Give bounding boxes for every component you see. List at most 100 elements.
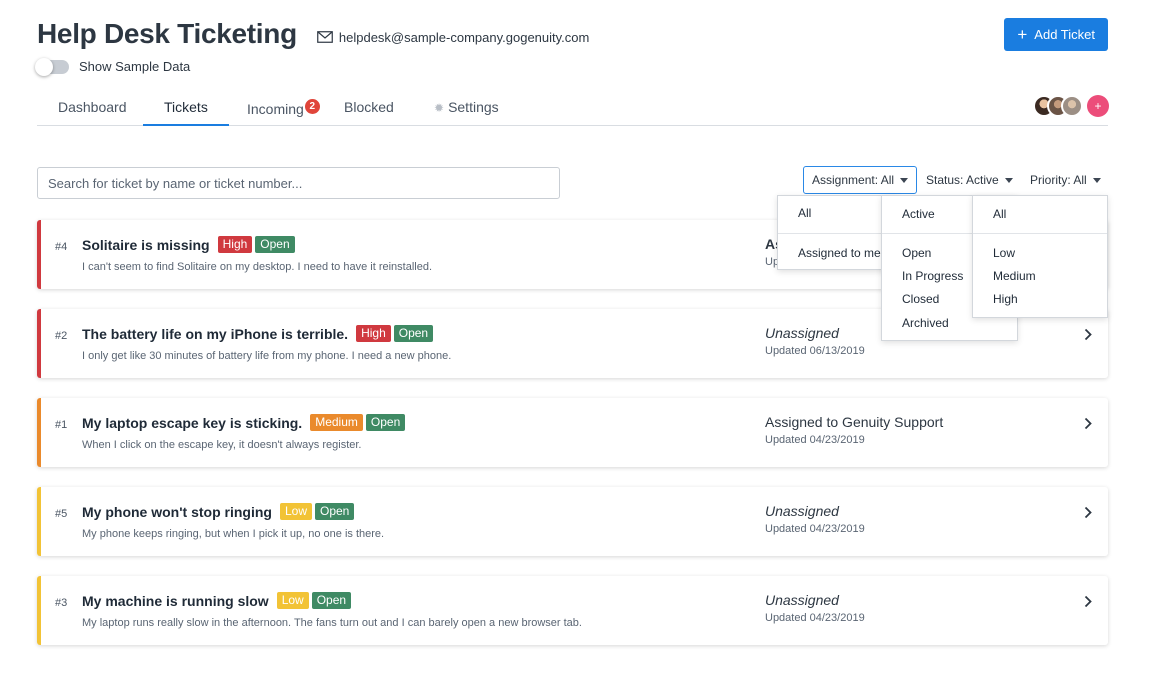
ticket-description: When I click on the escape key, it doesn… [82, 439, 362, 451]
priority-badge: Medium [310, 414, 363, 431]
ticket-assignee: Unassigned [765, 325, 839, 341]
status-option-archived[interactable]: Archived [902, 316, 949, 330]
tab-dashboard-label: Dashboard [58, 99, 127, 115]
chevron-right-icon[interactable] [1084, 595, 1092, 608]
chevron-right-icon[interactable] [1084, 328, 1092, 341]
ticket-updated: Updated 04/23/2019 [765, 523, 865, 535]
priority-option-low[interactable]: Low [993, 246, 1015, 260]
tab-blocked[interactable]: Blocked [344, 99, 394, 126]
status-option-active[interactable]: Active [902, 207, 935, 221]
status-badge: Open [255, 236, 295, 253]
priority-option-medium[interactable]: Medium [993, 269, 1036, 283]
tab-incoming[interactable]: Incoming 2 [247, 99, 320, 126]
helpdesk-email-text: helpdesk@sample-company.gogenuity.com [338, 29, 590, 45]
ticket-description: My laptop runs really slow in the aftern… [82, 617, 582, 629]
ticket-updated: Updated 06/13/2019 [765, 345, 865, 357]
ticket-card[interactable]: #3 My machine is running slow Low Open M… [37, 576, 1108, 645]
assignment-filter[interactable]: Assignment: All [803, 166, 918, 194]
ticket-title-line: My laptop escape key is sticking. Medium… [82, 414, 408, 431]
tab-dashboard[interactable]: Dashboard [58, 99, 127, 126]
status-option-closed[interactable]: Closed [902, 292, 939, 306]
priority-badge: Low [276, 592, 309, 609]
priority-badge: High [217, 236, 253, 253]
status-badge: Open [365, 414, 406, 431]
ticket-assignee: Unassigned [765, 503, 839, 519]
header: Help Desk Ticketing helpdesk@sample-comp… [37, 18, 589, 50]
mail-icon [317, 31, 333, 43]
ticket-updated: Updated 04/23/2019 [765, 434, 865, 446]
sample-data-toggle[interactable] [35, 57, 69, 76]
ticket-updated: Updated 04/23/2019 [765, 612, 865, 624]
priority-stripe [37, 576, 41, 645]
helpdesk-email[interactable]: helpdesk@sample-company.gogenuity.com [317, 30, 589, 45]
chevron-down-icon [1092, 177, 1101, 183]
priority-stripe [37, 220, 41, 289]
ticket-title: The battery life on my iPhone is terribl… [82, 325, 349, 342]
ticket-title: My phone won't stop ringing [82, 503, 272, 520]
search-input[interactable] [37, 167, 560, 199]
tab-settings-label: Settings [448, 99, 499, 115]
status-badge: Open [311, 592, 352, 609]
tab-tickets[interactable]: Tickets [143, 99, 229, 126]
sample-data-toggle-row: Show Sample Data [35, 57, 191, 76]
ticket-assignee: Unassigned [765, 592, 839, 608]
ticket-title-line: My machine is running slow Low Open [82, 592, 354, 609]
priority-option-high[interactable]: High [993, 292, 1018, 306]
priority-badge: High [356, 325, 391, 342]
nav-tabs: Dashboard Tickets Incoming 2 Blocked ✹ Set… [37, 90, 1108, 126]
assignment-filter-label: Assignment: All [812, 173, 895, 187]
chevron-right-icon[interactable] [1084, 417, 1092, 430]
ticket-title-line: Solitaire is missing High Open [82, 236, 298, 253]
ticket-number: #2 [55, 330, 68, 342]
ticket-card[interactable]: #1 My laptop escape key is sticking. Med… [37, 398, 1108, 467]
status-option-in-progress[interactable]: In Progress [902, 269, 963, 283]
add-member-icon[interactable]: + [1087, 95, 1109, 117]
chevron-down-icon [1004, 177, 1013, 183]
add-ticket-button[interactable]: + Add Ticket [1004, 18, 1108, 51]
chevron-right-icon[interactable] [1084, 506, 1092, 519]
dropdown-divider [973, 233, 1107, 234]
ticket-title: My laptop escape key is sticking. [82, 414, 303, 431]
priority-stripe [37, 309, 41, 378]
gear-icon: ✹ [434, 101, 445, 115]
ticket-number: #1 [55, 419, 68, 431]
plus-icon: + [1017, 25, 1028, 44]
ticket-description: My phone keeps ringing, but when I pick … [82, 528, 385, 540]
priority-filter-label: Priority: All [1030, 173, 1087, 187]
status-filter[interactable]: Status: Active [918, 166, 1021, 194]
ticket-title-line: My phone won't stop ringing Low Open [82, 503, 357, 520]
sample-data-label: Show Sample Data [79, 59, 191, 74]
assignment-option-assigned-to-me[interactable]: Assigned to me [798, 246, 881, 260]
add-ticket-label: Add Ticket [1034, 27, 1095, 42]
priority-filter[interactable]: Priority: All [1022, 166, 1109, 194]
page-title: Help Desk Ticketing [37, 18, 297, 49]
chevron-down-icon [900, 177, 909, 183]
tab-settings[interactable]: ✹ Settings [434, 99, 499, 126]
tab-blocked-label: Blocked [344, 99, 394, 115]
priority-stripe [37, 398, 41, 467]
ticket-description: I only get like 30 minutes of battery li… [82, 350, 452, 362]
ticket-title: Solitaire is missing [82, 236, 210, 253]
ticket-description: I can't seem to find Solitaire on my des… [82, 261, 433, 273]
toggle-knob [35, 57, 53, 76]
tab-tickets-label: Tickets [164, 99, 208, 115]
priority-option-all[interactable]: All [993, 207, 1006, 221]
priority-badge: Low [279, 503, 312, 520]
ticket-number: #3 [55, 597, 68, 609]
status-badge: Open [393, 325, 434, 342]
assignment-option-all[interactable]: All [798, 206, 811, 220]
status-filter-label: Status: Active [926, 173, 999, 187]
ticket-card[interactable]: #5 My phone won't stop ringing Low Open … [37, 487, 1108, 556]
ticket-assignee: Assigned to Genuity Support [765, 414, 944, 430]
ticket-title-line: The battery life on my iPhone is terribl… [82, 325, 436, 342]
ticket-number: #5 [55, 508, 68, 520]
ticket-title: My machine is running slow [82, 592, 269, 609]
incoming-count-badge: 2 [304, 99, 320, 114]
priority-dropdown: All Low Medium High [972, 195, 1108, 318]
team-avatars[interactable]: + [1033, 95, 1109, 117]
priority-stripe [37, 487, 41, 556]
avatar [1061, 95, 1083, 117]
tab-incoming-label: Incoming [247, 101, 304, 117]
status-option-open[interactable]: Open [902, 246, 931, 260]
status-badge: Open [315, 503, 355, 520]
